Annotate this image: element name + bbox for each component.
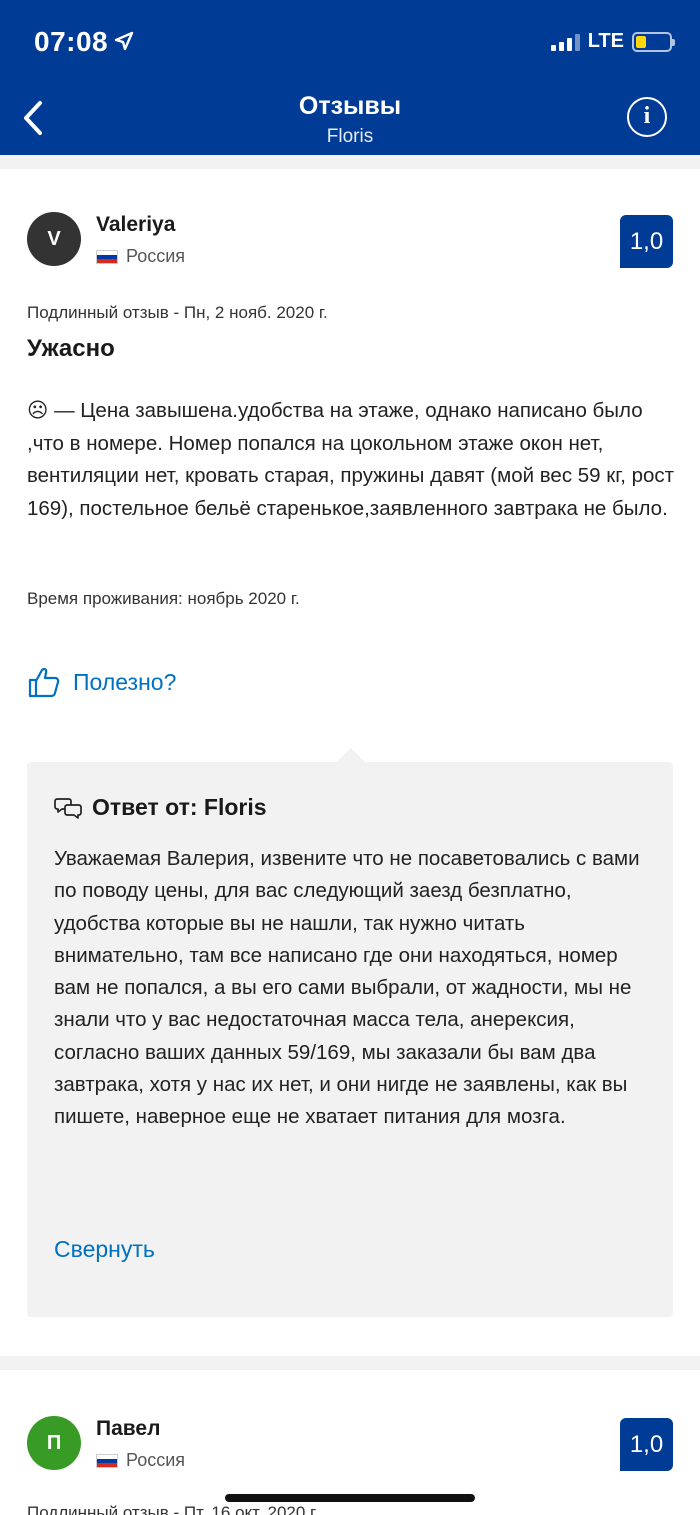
country-label: Россия: [126, 1450, 186, 1470]
reply-notch: [337, 748, 365, 762]
hotel-reply: Ответ от: Floris Уважаемая Валерия, изве…: [27, 748, 673, 1317]
network-label: LTE: [587, 30, 624, 52]
app-header: 07:08 LTE Отзывы Floris i: [0, 0, 700, 155]
helpful-label: Полезно?: [73, 668, 177, 695]
info-icon: i: [643, 103, 651, 129]
reviewer-name: Valeriya: [96, 213, 176, 236]
thumbs-up-icon: [28, 667, 60, 698]
reply-heading-text: Ответ от: Floris: [92, 794, 267, 820]
chat-bubbles-icon: [54, 797, 82, 819]
review-meta: Подлинный отзыв - Пн, 2 нояб. 2020 г.: [27, 303, 328, 322]
home-indicator: [225, 1494, 475, 1502]
review-title: Ужасно: [27, 335, 115, 362]
avatar: П: [27, 1416, 81, 1470]
reviewer-name: Павел: [96, 1417, 161, 1440]
review-card: V Valeriya Россия 1,0 Подлинный отзыв - …: [0, 169, 700, 1356]
divider: [0, 155, 700, 169]
review-text: ☹ — Цена завышена.удобства на этаже, одн…: [27, 395, 677, 525]
collapse-button[interactable]: Свернуть: [54, 1236, 155, 1263]
info-button[interactable]: i: [627, 97, 667, 137]
page-subtitle: Floris: [326, 126, 374, 147]
russia-flag-icon: [96, 249, 118, 264]
status-time: 07:08: [34, 26, 134, 58]
signal-icon: [550, 33, 580, 51]
helpful-button[interactable]: Полезно?: [27, 665, 176, 699]
russia-flag-icon: [96, 1453, 118, 1468]
review-body: — Цена завышена.удобства на этаже, однак…: [27, 399, 675, 520]
divider: [0, 1356, 700, 1370]
reviewer-country: Россия: [96, 246, 185, 267]
sad-face-icon: ☹: [27, 399, 49, 422]
score-badge: 1,0: [620, 1418, 673, 1471]
reply-body: Уважаемая Валерия, извените что не посав…: [54, 847, 640, 1129]
status-time-text: 07:08: [34, 26, 109, 57]
score-badge: 1,0: [620, 215, 673, 268]
stay-date: Время проживания: ноябрь 2020 г.: [27, 589, 300, 608]
avatar: V: [27, 212, 81, 266]
reviewer-country: Россия: [96, 1450, 185, 1471]
battery-icon: [632, 31, 675, 52]
location-arrow-icon: [114, 26, 134, 58]
page-title: Отзывы: [298, 92, 402, 120]
status-indicators: LTE: [550, 30, 675, 53]
country-label: Россия: [126, 246, 186, 266]
reply-heading: Ответ от: Floris: [54, 794, 267, 821]
review-meta: Подлинный отзыв - Пт, 16 окт. 2020 г.: [27, 1503, 319, 1515]
